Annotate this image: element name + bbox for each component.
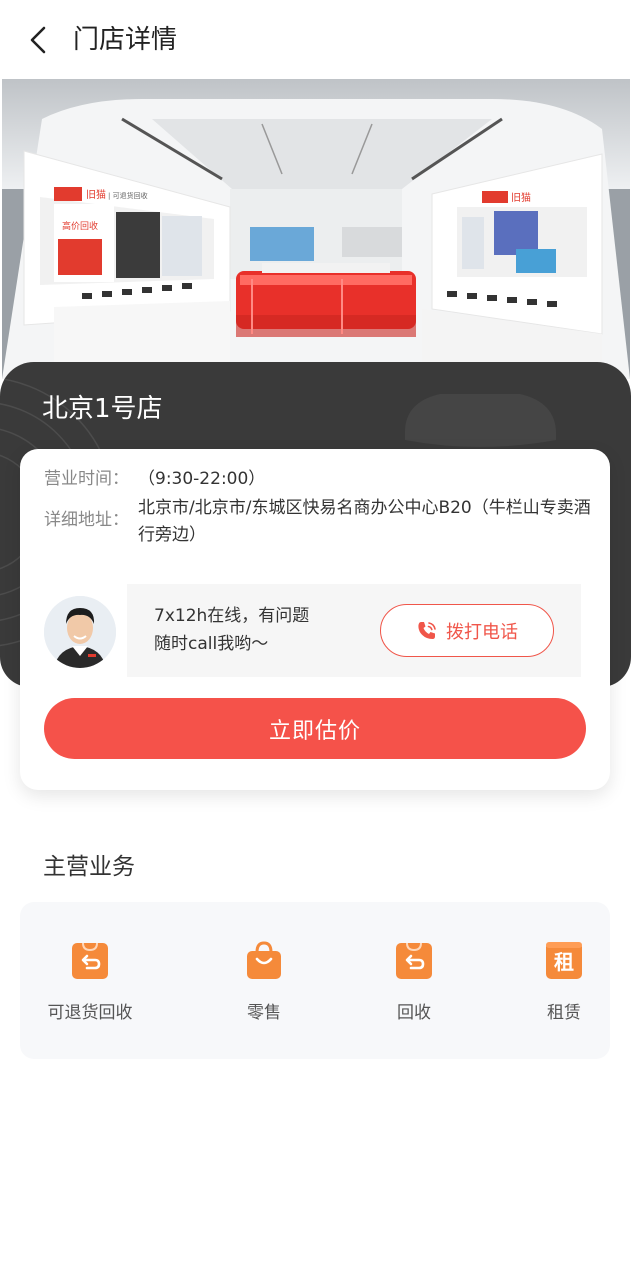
right-banner-brand: 旧猫 bbox=[511, 191, 531, 204]
left-banner-promo: 高价回收 bbox=[62, 220, 98, 232]
contact-text-line1: 7x12h在线，有问题 bbox=[154, 606, 310, 626]
address-value[interactable]: 北京市/北京市/东城区快易名商办公中心B20（牛栏山专卖酒行旁边） bbox=[138, 495, 598, 549]
page-title: 门店详情 bbox=[73, 25, 178, 55]
business-item-label: 可退货回收 bbox=[47, 1003, 133, 1023]
recycle-bag-icon bbox=[396, 942, 432, 979]
store-name: 北京1号店 bbox=[42, 394, 163, 424]
shopping-bag-icon bbox=[247, 941, 281, 979]
business-item-retail[interactable]: 零售 bbox=[204, 940, 324, 1030]
call-button-label: 拨打电话 bbox=[446, 621, 518, 643]
avatar bbox=[44, 596, 116, 668]
contact-box: 7x12h在线，有问题 随时call我哟～ 拨打电话 bbox=[127, 584, 581, 677]
estimate-button[interactable]: 立即估价 bbox=[44, 698, 586, 759]
business-panel: 可退货回收 零售 回收 租 租赁 bbox=[20, 902, 610, 1059]
left-banner-sub: | 可退货回收 bbox=[108, 191, 148, 200]
hours-label: 营业时间： bbox=[44, 469, 129, 489]
rent-icon: 租 bbox=[546, 942, 582, 979]
left-banner-brand: 旧猫 bbox=[86, 188, 106, 201]
business-item-label: 零售 bbox=[247, 1003, 281, 1023]
business-item-recycle[interactable]: 回收 bbox=[354, 940, 474, 1030]
hours-value: （9:30-22:00） bbox=[138, 469, 266, 489]
address-label: 详细地址： bbox=[44, 510, 129, 530]
phone-icon bbox=[418, 621, 436, 639]
contact-text-line2: 随时call我哟～ bbox=[154, 634, 269, 654]
back-button[interactable] bbox=[18, 20, 58, 60]
call-button[interactable]: 拨打电话 bbox=[380, 604, 554, 657]
section-title-main-business: 主营业务 bbox=[43, 854, 135, 880]
store-detail-card: 营业时间： （9:30-22:00） 详细地址： 北京市/北京市/东城区快易名商… bbox=[20, 449, 610, 790]
business-item-rent[interactable]: 租 租赁 bbox=[504, 940, 624, 1030]
chevron-left-icon bbox=[30, 26, 46, 54]
rent-icon-glyph: 租 bbox=[554, 950, 574, 974]
store-photo: 旧猫 | 可退货回收 高价回收 旧猫 bbox=[2, 79, 630, 379]
return-bag-icon bbox=[72, 942, 108, 979]
business-item-return-recycle[interactable]: 可退货回收 bbox=[30, 940, 150, 1030]
business-item-label: 租赁 bbox=[547, 1003, 581, 1023]
estimate-button-label: 立即估价 bbox=[268, 718, 361, 744]
contact-text: 7x12h在线，有问题 随时call我哟～ bbox=[154, 602, 354, 658]
business-item-label: 回收 bbox=[397, 1003, 431, 1023]
top-bar: 门店详情 bbox=[0, 0, 631, 80]
